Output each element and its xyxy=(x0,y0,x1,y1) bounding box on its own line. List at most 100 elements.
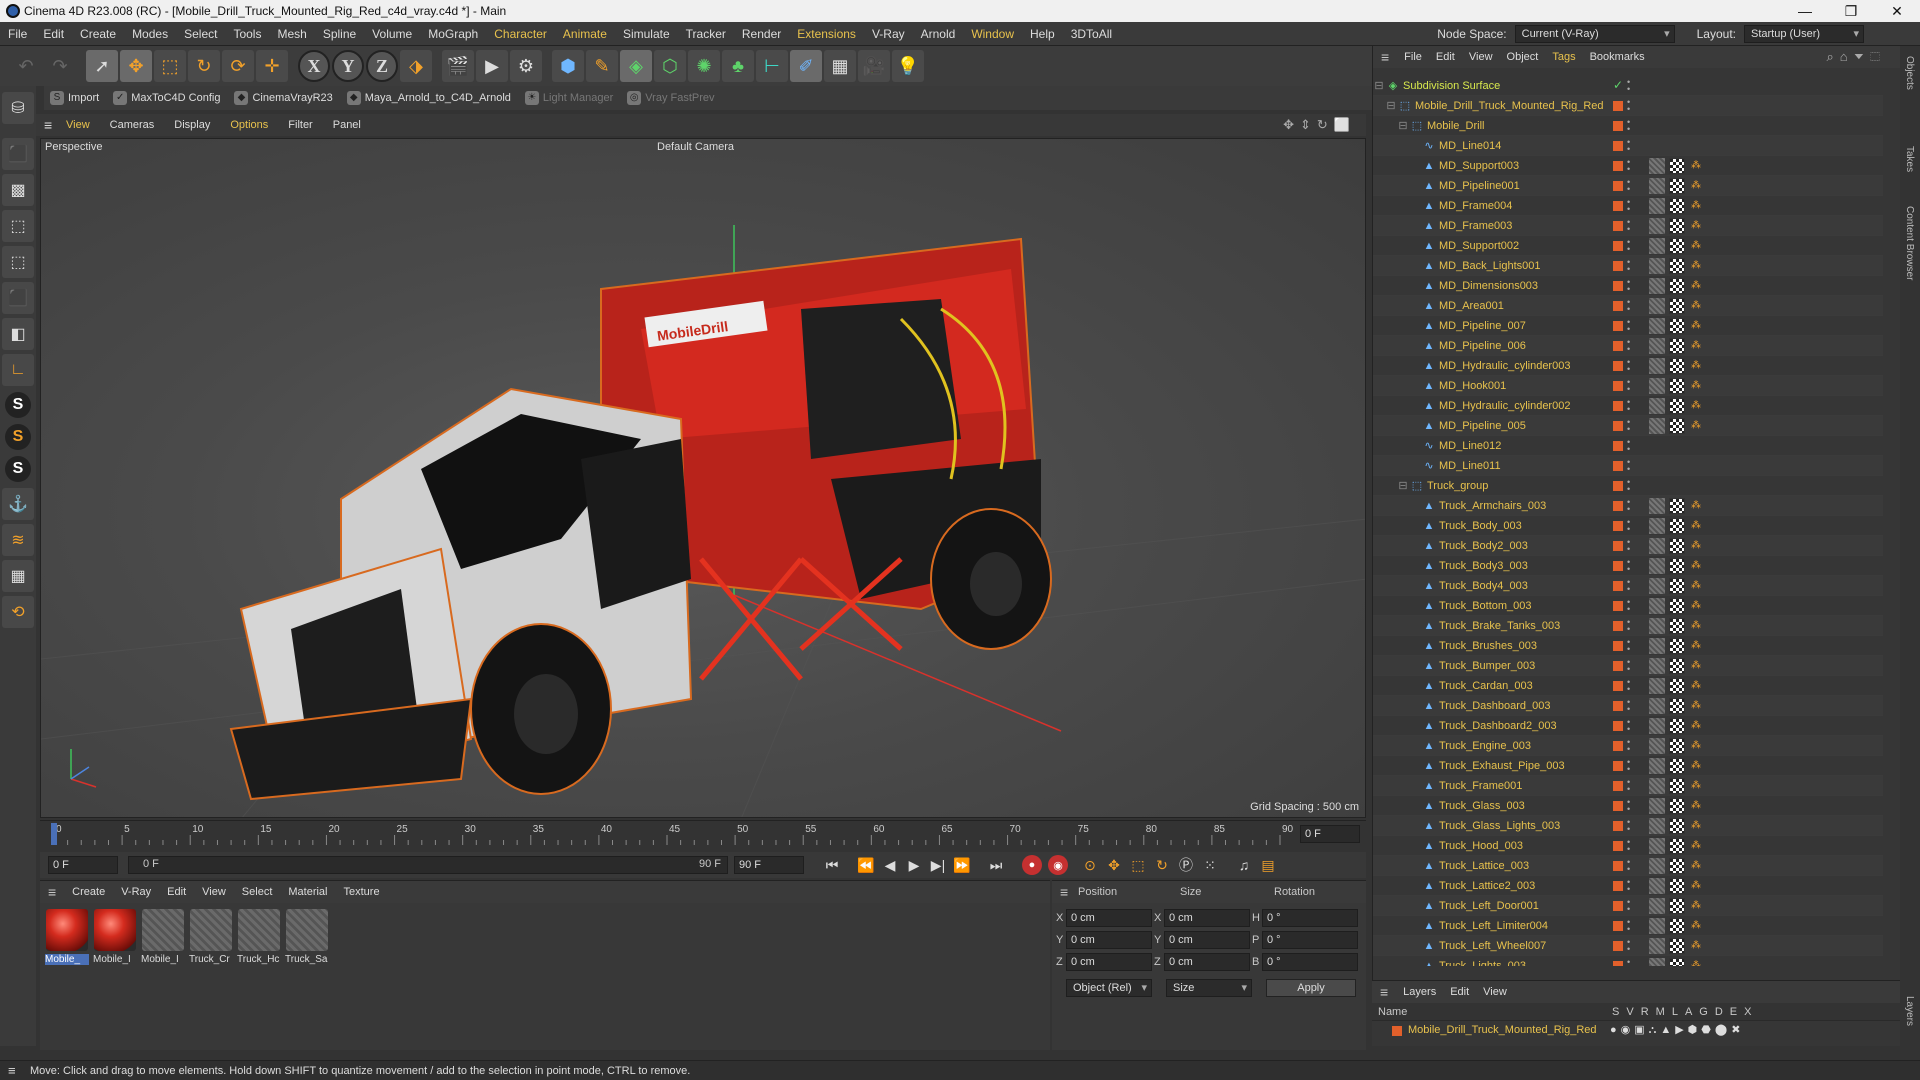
object-row[interactable]: ▲ Truck_Left_Limiter004 • • ⁂ xyxy=(1373,916,1883,936)
phong-tag-icon[interactable] xyxy=(1649,918,1665,934)
expand-toggle-icon[interactable] xyxy=(1409,380,1421,392)
expand-toggle-icon[interactable] xyxy=(1409,900,1421,912)
uvw-tag-icon[interactable] xyxy=(1669,738,1685,754)
uvw-tag-icon[interactable] xyxy=(1669,418,1685,434)
material-tag-icon[interactable]: ⁂ xyxy=(1691,800,1701,812)
viewport-navigation-icons[interactable]: ✥⇕↻⬜ xyxy=(1283,117,1356,133)
layer-color-swatch[interactable] xyxy=(1613,881,1623,891)
expand-toggle-icon[interactable] xyxy=(1409,340,1421,352)
recent-tools-icon[interactable]: ⟳ xyxy=(222,50,254,82)
layer-color-swatch[interactable] xyxy=(1613,521,1623,531)
phong-tag-icon[interactable] xyxy=(1649,638,1665,654)
edges-mode-icon[interactable]: ⬚ xyxy=(2,246,34,278)
menu-help[interactable]: Help xyxy=(1022,27,1063,41)
material-tag-icon[interactable]: ⁂ xyxy=(1691,720,1701,732)
rotate-tool-icon[interactable]: ↻ xyxy=(188,50,220,82)
layer-color-swatch[interactable] xyxy=(1613,201,1623,211)
uvw-tag-icon[interactable] xyxy=(1669,558,1685,574)
material-tag-icon[interactable]: ⁂ xyxy=(1691,620,1701,632)
object-row[interactable]: ▲ Truck_Engine_003 • • ⁂ xyxy=(1373,736,1883,756)
side-tab-layers[interactable]: Layers xyxy=(1904,996,1915,1026)
side-tab-content-browser[interactable]: Content Browser xyxy=(1904,206,1915,280)
layer-color-swatch[interactable] xyxy=(1613,721,1623,731)
layers-menu-view[interactable]: View xyxy=(1476,986,1514,998)
object-row[interactable]: ⊟ ◈ Subdivision Surface ✓ • • xyxy=(1373,76,1883,96)
expand-toggle-icon[interactable] xyxy=(1409,220,1421,232)
drill-truck-model[interactable]: MobileDrill xyxy=(229,237,1052,801)
uvw-tag-icon[interactable] xyxy=(1669,678,1685,694)
layer-color-swatch[interactable] xyxy=(1613,581,1623,591)
visibility-dots-icon[interactable]: •• xyxy=(1627,678,1631,694)
layers-menu-edit[interactable]: Edit xyxy=(1443,986,1476,998)
material-tag-icon[interactable]: ⁂ xyxy=(1691,700,1701,712)
material-tag-icon[interactable]: ⁂ xyxy=(1691,660,1701,672)
mat-menu-view[interactable]: View xyxy=(194,886,234,898)
phong-tag-icon[interactable] xyxy=(1649,418,1665,434)
go-to-start-icon[interactable]: ⏮ xyxy=(820,853,844,877)
menu-volume[interactable]: Volume xyxy=(364,27,420,41)
expand-toggle-icon[interactable] xyxy=(1409,600,1421,612)
material-tag-icon[interactable]: ⁂ xyxy=(1691,200,1701,212)
object-row[interactable]: ▲ MD_Support002 • • ⁂ xyxy=(1373,236,1883,256)
cube-primitive-icon[interactable]: ⬢ xyxy=(552,50,584,82)
layer-color-swatch[interactable] xyxy=(1613,961,1623,966)
layer-color-swatch[interactable] xyxy=(1613,281,1623,291)
material-swatch[interactable]: Mobile_ xyxy=(45,909,89,965)
material-tag-icon[interactable]: ⁂ xyxy=(1691,260,1701,272)
timeline-window-icon[interactable]: ♫ xyxy=(1232,853,1256,877)
phong-tag-icon[interactable] xyxy=(1649,338,1665,354)
visibility-dots-icon[interactable]: •• xyxy=(1627,898,1631,914)
size-mode-dropdown[interactable]: Size xyxy=(1166,979,1252,997)
phong-tag-icon[interactable] xyxy=(1649,878,1665,894)
object-row[interactable]: ▲ Truck_Hood_003 • • ⁂ xyxy=(1373,836,1883,856)
layer-row[interactable]: Mobile_Drill_Truck_Mounted_Rig_Red ●◉▣⛬▲… xyxy=(1372,1021,1900,1041)
previous-frame-icon[interactable]: ◀ xyxy=(878,853,902,877)
apply-button[interactable]: Apply xyxy=(1266,979,1356,997)
visibility-dots-icon[interactable]: •• xyxy=(1627,118,1631,134)
menu-select[interactable]: Select xyxy=(176,27,225,41)
polygons-mode-icon[interactable]: ⬛ xyxy=(2,282,34,314)
import-plugin-button[interactable]: S Import xyxy=(50,91,99,105)
phong-tag-icon[interactable] xyxy=(1649,378,1665,394)
visibility-dots-icon[interactable]: •• xyxy=(1627,458,1631,474)
menu-mesh[interactable]: Mesh xyxy=(269,27,314,41)
layer-color-swatch[interactable] xyxy=(1613,701,1623,711)
object-row[interactable]: ▲ Truck_Body3_003 • • ⁂ xyxy=(1373,556,1883,576)
visibility-dots-icon[interactable]: •• xyxy=(1627,598,1631,614)
maxtoc4d-config-button[interactable]: ✓ MaxToC4D Config xyxy=(113,91,220,105)
pla-key-icon[interactable]: ⁙ xyxy=(1198,853,1222,877)
material-tag-icon[interactable]: ⁂ xyxy=(1691,520,1701,532)
layer-color-swatch[interactable] xyxy=(1613,921,1623,931)
visibility-dots-icon[interactable]: •• xyxy=(1627,398,1631,414)
material-tag-icon[interactable]: ⁂ xyxy=(1691,340,1701,352)
material-tag-icon[interactable]: ⁂ xyxy=(1691,920,1701,932)
obj-menu-object[interactable]: Object xyxy=(1500,51,1546,63)
visibility-dots-icon[interactable]: •• xyxy=(1627,818,1631,834)
menu-tools[interactable]: Tools xyxy=(225,27,269,41)
layer-color-swatch[interactable] xyxy=(1613,641,1623,651)
record-active-objects-icon[interactable]: ● xyxy=(1022,855,1042,875)
visibility-dots-icon[interactable]: •• xyxy=(1627,298,1631,314)
scale-tool-icon[interactable]: ⬚ xyxy=(154,50,186,82)
expand-toggle-icon[interactable] xyxy=(1409,320,1421,332)
uvw-tag-icon[interactable] xyxy=(1669,238,1685,254)
expand-toggle-icon[interactable] xyxy=(1409,860,1421,872)
layer-color-swatch[interactable] xyxy=(1613,661,1623,671)
x-axis-lock-icon[interactable]: X xyxy=(298,50,330,82)
expand-toggle-icon[interactable] xyxy=(1409,720,1421,732)
layer-color-swatch[interactable] xyxy=(1392,1026,1402,1036)
phong-tag-icon[interactable] xyxy=(1649,538,1665,554)
keyframe-selection-icon[interactable]: ⊙ xyxy=(1078,853,1102,877)
start-frame-field[interactable]: 0 F xyxy=(48,856,118,874)
visibility-dots-icon[interactable]: •• xyxy=(1627,718,1631,734)
maximize-button[interactable]: ❐ xyxy=(1828,0,1874,22)
expand-toggle-icon[interactable] xyxy=(1409,140,1421,152)
uvw-tag-icon[interactable] xyxy=(1669,278,1685,294)
uv-mode-icon[interactable]: ◧ xyxy=(2,318,34,350)
undo-icon[interactable]: ↶ xyxy=(10,50,42,82)
menu-3dtoall[interactable]: 3DToAll xyxy=(1063,27,1120,41)
visibility-dots-icon[interactable]: •• xyxy=(1627,378,1631,394)
layer-color-swatch[interactable] xyxy=(1613,741,1623,751)
object-row[interactable]: ▲ MD_Area001 • • ⁂ xyxy=(1373,296,1883,316)
material-tag-icon[interactable]: ⁂ xyxy=(1691,400,1701,412)
